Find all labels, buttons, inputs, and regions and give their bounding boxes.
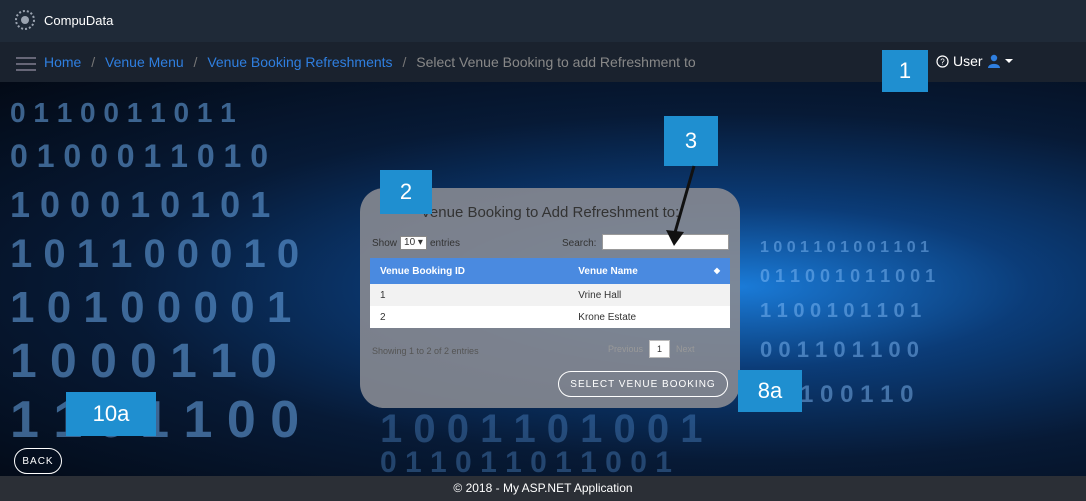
- svg-text:0 1 0 0 0 1 1 0 1 0: 0 1 0 0 0 1 1 0 1 0: [10, 138, 268, 174]
- callout-2: 2: [380, 170, 432, 214]
- callout-arrow-icon: [666, 165, 696, 246]
- breadcrumb-separator: /: [402, 54, 407, 70]
- question-circle-icon: ?: [936, 54, 949, 68]
- svg-text:1 0 0 0 1 1 0: 1 0 0 0 1 1 0: [10, 335, 277, 388]
- table-info: Showing 1 to 2 of 2 entries: [372, 346, 479, 356]
- next-button[interactable]: Next: [676, 344, 695, 354]
- svg-text:0 0 1 1 0 1 1 0 0: 0 0 1 1 0 1 1 0 0: [760, 337, 919, 362]
- breadcrumb-separator: /: [193, 54, 198, 70]
- svg-text:0 1 1 0 1 1 0 1 1 0 0 1: 0 1 1 0 1 1 0 1 1 0 0 1: [380, 446, 672, 476]
- hamburger-icon[interactable]: [16, 57, 36, 75]
- length-suffix: entries: [429, 237, 460, 249]
- cell-booking-id: 1: [370, 284, 569, 306]
- sort-icon: ◆: [713, 265, 720, 275]
- brand[interactable]: CompuData: [14, 9, 113, 31]
- footer: © 2018 - My ASP.NET Application: [0, 476, 1086, 501]
- breadcrumb-venue-booking-refreshments[interactable]: Venue Booking Refreshments: [207, 54, 392, 70]
- breadcrumb-separator: /: [91, 54, 96, 70]
- callout-8a: 8a: [738, 370, 802, 412]
- table-header-row: Venue Booking ID Venue Name ◆: [370, 258, 730, 284]
- column-header-venue-booking-id[interactable]: Venue Booking ID: [370, 258, 569, 284]
- callout-1: 1: [882, 50, 928, 92]
- column-header-venue-name[interactable]: Venue Name ◆: [568, 258, 730, 284]
- logo-icon: [15, 10, 35, 30]
- svg-text:1 0 0 0 1 0 1 0 1: 1 0 0 0 1 0 1 0 1: [10, 184, 270, 225]
- entries-select[interactable]: 10 ▾: [400, 236, 427, 250]
- svg-text:0 1 1 0 0 1 0 1 1 0 0 1: 0 1 1 0 0 1 0 1 1 0 0 1: [760, 266, 935, 286]
- callout-10a: 10a: [66, 392, 156, 436]
- top-header: CompuData: [0, 0, 1086, 42]
- back-button[interactable]: BACK: [14, 448, 62, 474]
- cell-booking-id: 2: [370, 306, 569, 328]
- breadcrumb-venue-menu[interactable]: Venue Menu: [105, 54, 184, 70]
- breadcrumb-home[interactable]: Home: [44, 54, 81, 70]
- user-menu[interactable]: ? User: [936, 53, 1013, 69]
- select-venue-booking-button[interactable]: SELECT VENUE BOOKING: [558, 371, 728, 397]
- svg-text:1 1 0 0 1 0 1 1 0 1: 1 1 0 0 1 0 1 1 0 1: [760, 300, 921, 322]
- length-prefix: Show: [372, 237, 398, 249]
- breadcrumb-current: Select Venue Booking to add Refreshment …: [416, 54, 696, 70]
- page-1-button[interactable]: 1: [649, 340, 671, 358]
- table-row[interactable]: 2 Krone Estate: [370, 306, 730, 328]
- pagination: Previous 1 Next: [608, 340, 695, 358]
- svg-text:?: ?: [940, 57, 945, 66]
- caret-down-icon: [1004, 59, 1013, 63]
- user-label: User: [953, 53, 983, 69]
- svg-text:0 1 1 0 0 1 1 0 1 1: 0 1 1 0 0 1 1 0 1 1: [10, 97, 236, 128]
- cell-venue-name: Vrine Hall: [568, 284, 730, 306]
- svg-text:1 0 1 1 0 0 0 1 0: 1 0 1 1 0 0 0 1 0: [10, 232, 299, 276]
- search-label: Search:: [562, 238, 597, 249]
- callout-3: 3: [664, 116, 718, 166]
- brand-name: CompuData: [44, 12, 114, 28]
- svg-text:1 0 1 0 0 0 0 1: 1 0 1 0 0 0 0 1: [10, 283, 291, 332]
- svg-text:1 0 0 1 1 0 1 0 0 1: 1 0 0 1 1 0 1 0 0 1: [380, 407, 702, 451]
- breadcrumb: Home / Venue Menu / Venue Booking Refres…: [44, 54, 696, 70]
- user-icon: [987, 54, 1000, 68]
- cell-venue-name: Krone Estate: [568, 306, 730, 328]
- entries-length-control: Show 10 ▾ entries: [372, 236, 460, 250]
- venue-booking-table: Venue Booking ID Venue Name ◆ 1 Vrine Hal…: [370, 258, 730, 328]
- svg-text:1 0 0 1 1 0 1 0 0 1 1 0 1: 1 0 0 1 1 0 1 0 0 1 1 0 1: [760, 239, 929, 256]
- previous-button[interactable]: Previous: [608, 344, 643, 354]
- table-row[interactable]: 1 Vrine Hall: [370, 284, 730, 306]
